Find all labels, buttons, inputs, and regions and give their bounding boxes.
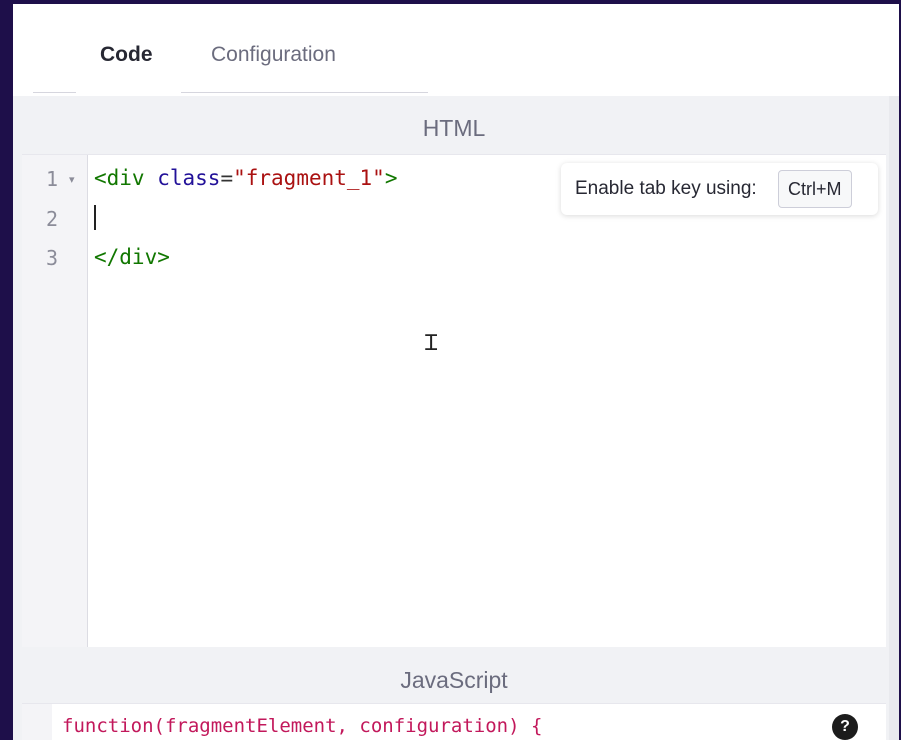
code-equals: =: [220, 166, 234, 190]
code-content: HTML 1 ▾ 2 3 <div class="fragment_1"> </…: [13, 96, 899, 740]
javascript-section-header: JavaScript: [22, 649, 886, 703]
tab-key-hint-text: Enable tab key using:: [575, 178, 757, 199]
tab-key-hint: Enable tab key using: Ctrl+M: [561, 163, 878, 215]
ibeam-cursor-icon: Ɪ: [425, 331, 438, 356]
code-tag-end: </div>: [94, 245, 170, 269]
tab-bar: Code Configuration: [13, 4, 899, 96]
fold-arrow-icon[interactable]: ▾: [69, 174, 75, 186]
text-cursor: [94, 205, 96, 230]
tab-configuration[interactable]: Configuration: [211, 42, 336, 68]
line-number: 2: [46, 207, 59, 231]
tab-underline: [181, 92, 428, 93]
code-tag-open: <div: [94, 166, 145, 190]
line-number: 1: [46, 167, 59, 191]
code-line-3[interactable]: </div>: [94, 244, 170, 270]
code-tag-close: >: [384, 166, 398, 190]
line-number-gutter: 1 ▾ 2 3: [22, 155, 88, 647]
html-editor[interactable]: 1 ▾ 2 3 <div class="fragment_1"> </div> …: [22, 155, 886, 647]
help-icon[interactable]: ?: [832, 714, 858, 740]
line-number-gutter: [22, 704, 52, 740]
code-attr-value: "fragment_1": [233, 166, 385, 190]
html-section-header: HTML: [22, 96, 886, 155]
fragment-editor-panel: Code Configuration HTML 1 ▾ 2 3 <div cla…: [13, 4, 899, 740]
keyboard-shortcut: Ctrl+M: [778, 170, 852, 208]
code-attr-name: class: [157, 166, 221, 190]
javascript-editor[interactable]: function(fragmentElement, configuration)…: [22, 703, 886, 740]
tab-code[interactable]: Code: [100, 42, 153, 68]
line-number: 3: [46, 246, 59, 270]
code-line-1[interactable]: <div class="fragment_1">: [94, 165, 397, 191]
tab-underline: [33, 92, 76, 93]
scrollbar-track[interactable]: [889, 96, 899, 740]
js-code-line[interactable]: function(fragmentElement, configuration)…: [62, 714, 542, 738]
